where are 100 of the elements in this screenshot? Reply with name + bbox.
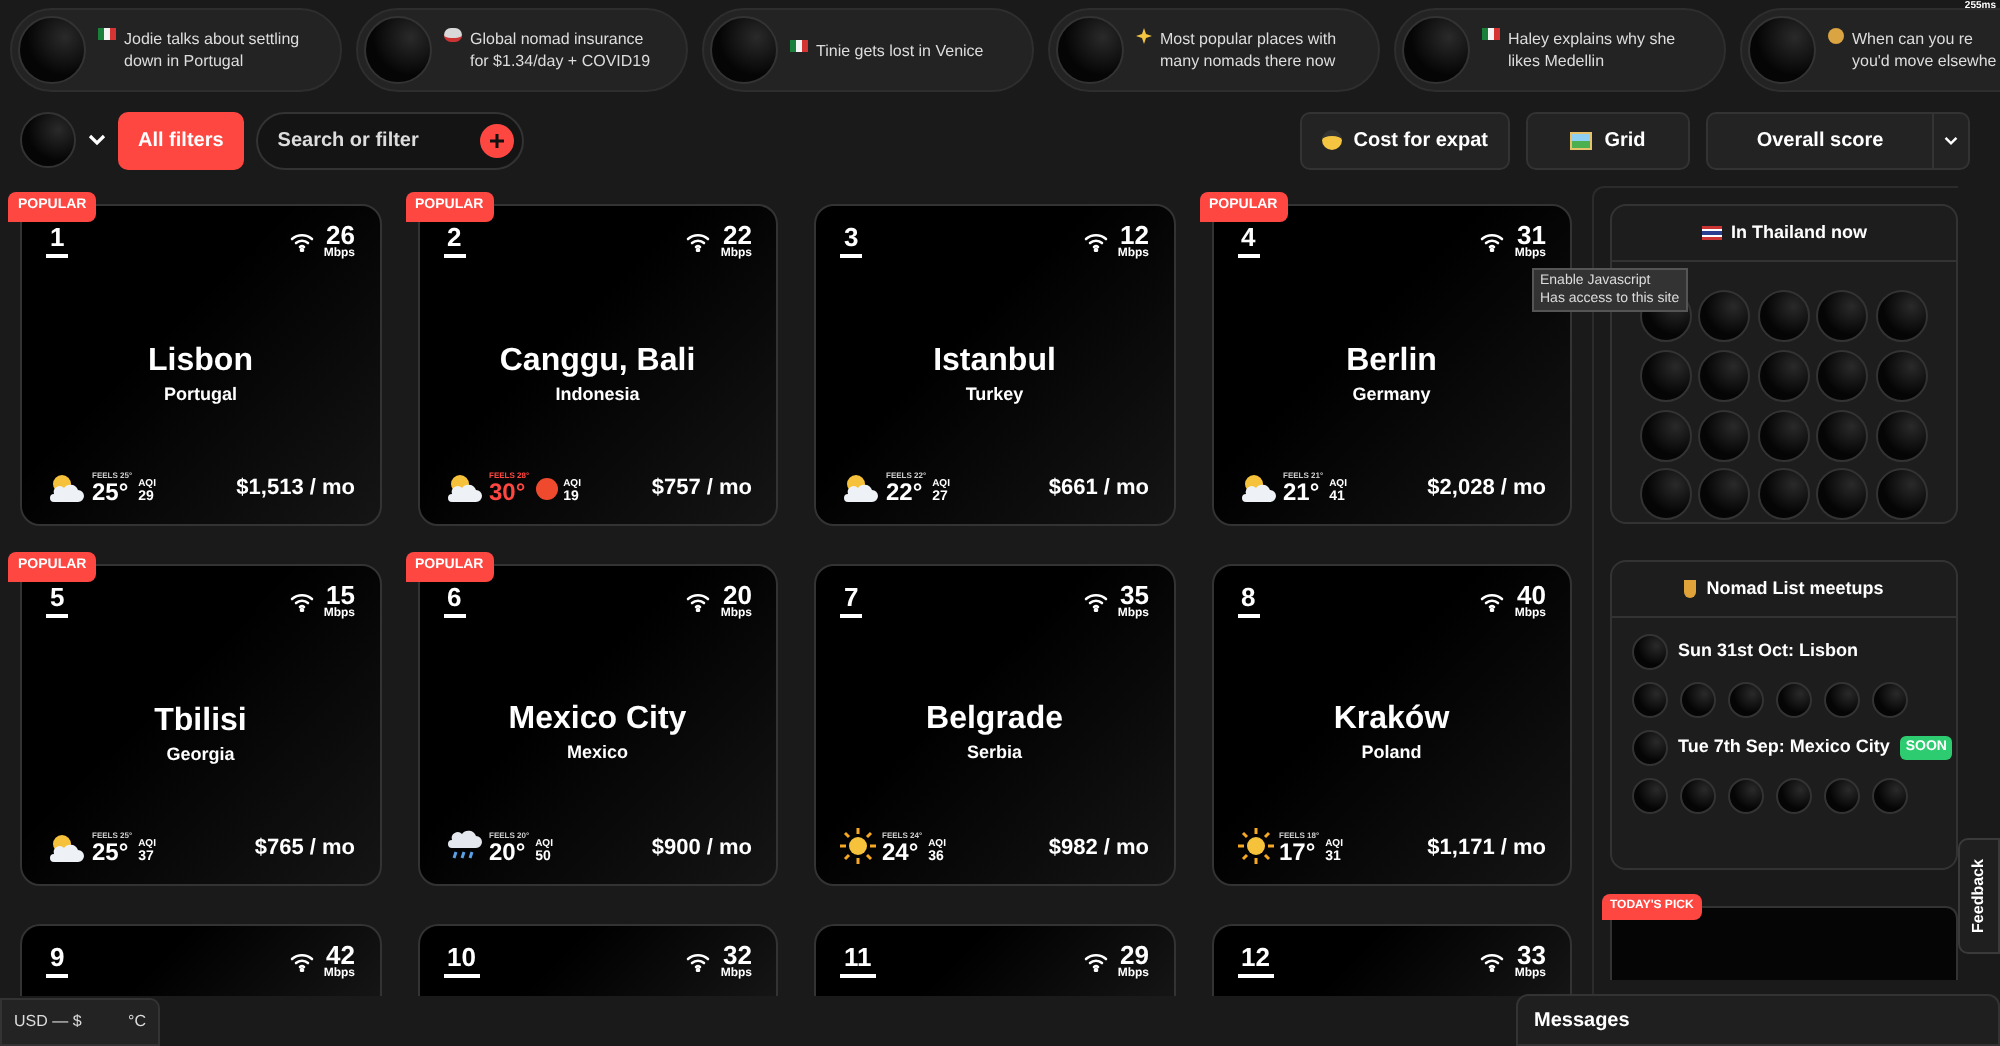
messages-panel[interactable]: Messages	[1516, 994, 2000, 1046]
rank-number: 4	[1237, 222, 1260, 258]
country-name: Georgia	[166, 742, 235, 768]
internet-speed: 12	[1120, 222, 1149, 248]
avatar	[1748, 16, 1816, 84]
story-text: Most popular places with	[1160, 28, 1337, 50]
avatar	[1824, 682, 1860, 718]
city-name: Berlin	[1346, 342, 1437, 382]
avatar	[1872, 778, 1908, 814]
story-pill[interactable]: When can you re you'd move elsewhe	[1740, 8, 2000, 92]
internet-speed: 33	[1517, 942, 1546, 968]
temperature-unit[interactable]: °C	[128, 1010, 146, 1034]
country-name: Poland	[1361, 740, 1422, 767]
temperature: 17°	[1279, 840, 1318, 864]
internet-speed: 29	[1120, 942, 1149, 968]
avatar	[1875, 290, 1928, 342]
wifi-icon	[1480, 951, 1505, 971]
avatar	[1698, 349, 1751, 402]
todays-pick-card[interactable]	[1610, 906, 1958, 980]
avatar	[1824, 778, 1860, 814]
story-text: you'd move elsewhe	[1852, 50, 1997, 72]
internet-speed: 31	[1517, 222, 1546, 248]
city-name: Kraków	[1333, 700, 1450, 741]
wifi-icon	[289, 951, 314, 971]
wifi-icon	[1480, 231, 1505, 251]
city-name: Lisbon	[148, 342, 253, 382]
meetup-title[interactable]: Tue 7th Sep: Mexico City	[1678, 734, 1890, 762]
flag-icon	[1701, 226, 1721, 240]
story-text: down in Portugal	[124, 50, 246, 72]
avatar	[1816, 290, 1869, 342]
avatar	[1875, 349, 1928, 402]
currency-setting[interactable]: USD — $	[14, 1010, 82, 1034]
avatar	[1680, 778, 1716, 814]
avatar	[1056, 16, 1124, 84]
monthly-cost: $757 / mo	[651, 473, 752, 503]
sun-behind-cloud-icon	[1237, 472, 1277, 504]
avatar	[1816, 409, 1869, 461]
sun-icon	[840, 828, 876, 864]
wifi-icon	[289, 591, 314, 611]
country-name: Portugal	[163, 382, 237, 408]
city-name: Canggu, Bali	[499, 342, 696, 382]
avatar	[1698, 409, 1751, 461]
temperature: 30°	[489, 480, 528, 504]
feedback-tab[interactable]: Feedback	[1958, 838, 2000, 954]
avatar	[18, 16, 86, 84]
avatar	[1698, 290, 1751, 342]
chevron-down-icon	[1944, 135, 1958, 145]
rain-cloud-icon	[443, 828, 483, 864]
monthly-cost: $2,028 / mo	[1427, 473, 1546, 503]
story-pill[interactable]: Most popular places with many nomads there now	[1048, 8, 1380, 92]
rank-number: 6	[443, 582, 466, 618]
wifi-icon	[1480, 591, 1505, 611]
city-name: Istanbul	[933, 342, 1056, 382]
country-name: Serbia	[966, 740, 1022, 767]
grid-view-button[interactable]: Grid	[1526, 111, 1690, 169]
picture-icon	[1570, 131, 1593, 149]
country-name: Indonesia	[555, 382, 640, 408]
avatar	[1875, 409, 1928, 461]
story-pill[interactable]: Global nomad insurance for $1.34/day + COVID19	[356, 8, 688, 92]
avatar	[20, 112, 76, 168]
wifi-icon	[686, 951, 711, 971]
monthly-cost: $982 / mo	[1048, 833, 1149, 863]
rank-number: 11	[840, 942, 876, 978]
internet-speed: 40	[1517, 582, 1546, 608]
plus-icon[interactable]	[479, 123, 514, 157]
avatar	[1776, 682, 1812, 718]
chevron-down-icon[interactable]	[88, 134, 106, 146]
avatar	[710, 16, 778, 84]
avatar	[364, 16, 432, 84]
rank-number: 3	[840, 222, 863, 258]
cost-for-expat-button[interactable]: Cost for expat	[1299, 111, 1510, 169]
search-field[interactable]: Search or filter	[255, 111, 524, 169]
story-text: Jodie talks about settling	[124, 28, 300, 50]
internet-speed: 22	[723, 222, 752, 248]
avatar	[1640, 349, 1692, 402]
avatar	[1757, 349, 1810, 402]
story-pill[interactable]: Haley explains why she likes Medellin	[1394, 8, 1726, 92]
search-input[interactable]: Search or filter	[277, 125, 470, 155]
sun-behind-cloud-icon	[840, 472, 880, 504]
story-pill[interactable]: Jodie talks about settling down in Portugal	[10, 8, 342, 92]
rank-number: 2	[443, 222, 466, 258]
internet-speed: 20	[723, 582, 752, 608]
internet-speed: 26	[326, 222, 355, 248]
temperature: 24°	[882, 840, 921, 864]
wifi-icon	[1083, 951, 1108, 971]
city-name: Belgrade	[926, 700, 1063, 741]
wifi-icon	[686, 591, 711, 611]
wifi-icon	[1083, 591, 1108, 611]
avatar	[1728, 682, 1764, 718]
country-name: Turkey	[965, 382, 1024, 408]
rank-number: 7	[840, 582, 863, 618]
avatar	[1632, 778, 1668, 814]
story-text: Haley explains why she	[1508, 28, 1676, 50]
sort-select[interactable]: Overall score	[1706, 111, 1970, 169]
internet-speed: 42	[326, 942, 355, 968]
wifi-icon	[289, 231, 314, 251]
avatar	[1757, 409, 1810, 461]
meetup-title[interactable]: Sun 31st Oct: Lisbon	[1678, 638, 1859, 666]
panel-title: Nomad List meetups	[1706, 575, 1884, 602]
story-pill[interactable]: Tinie gets lost in Venice	[702, 8, 1034, 92]
